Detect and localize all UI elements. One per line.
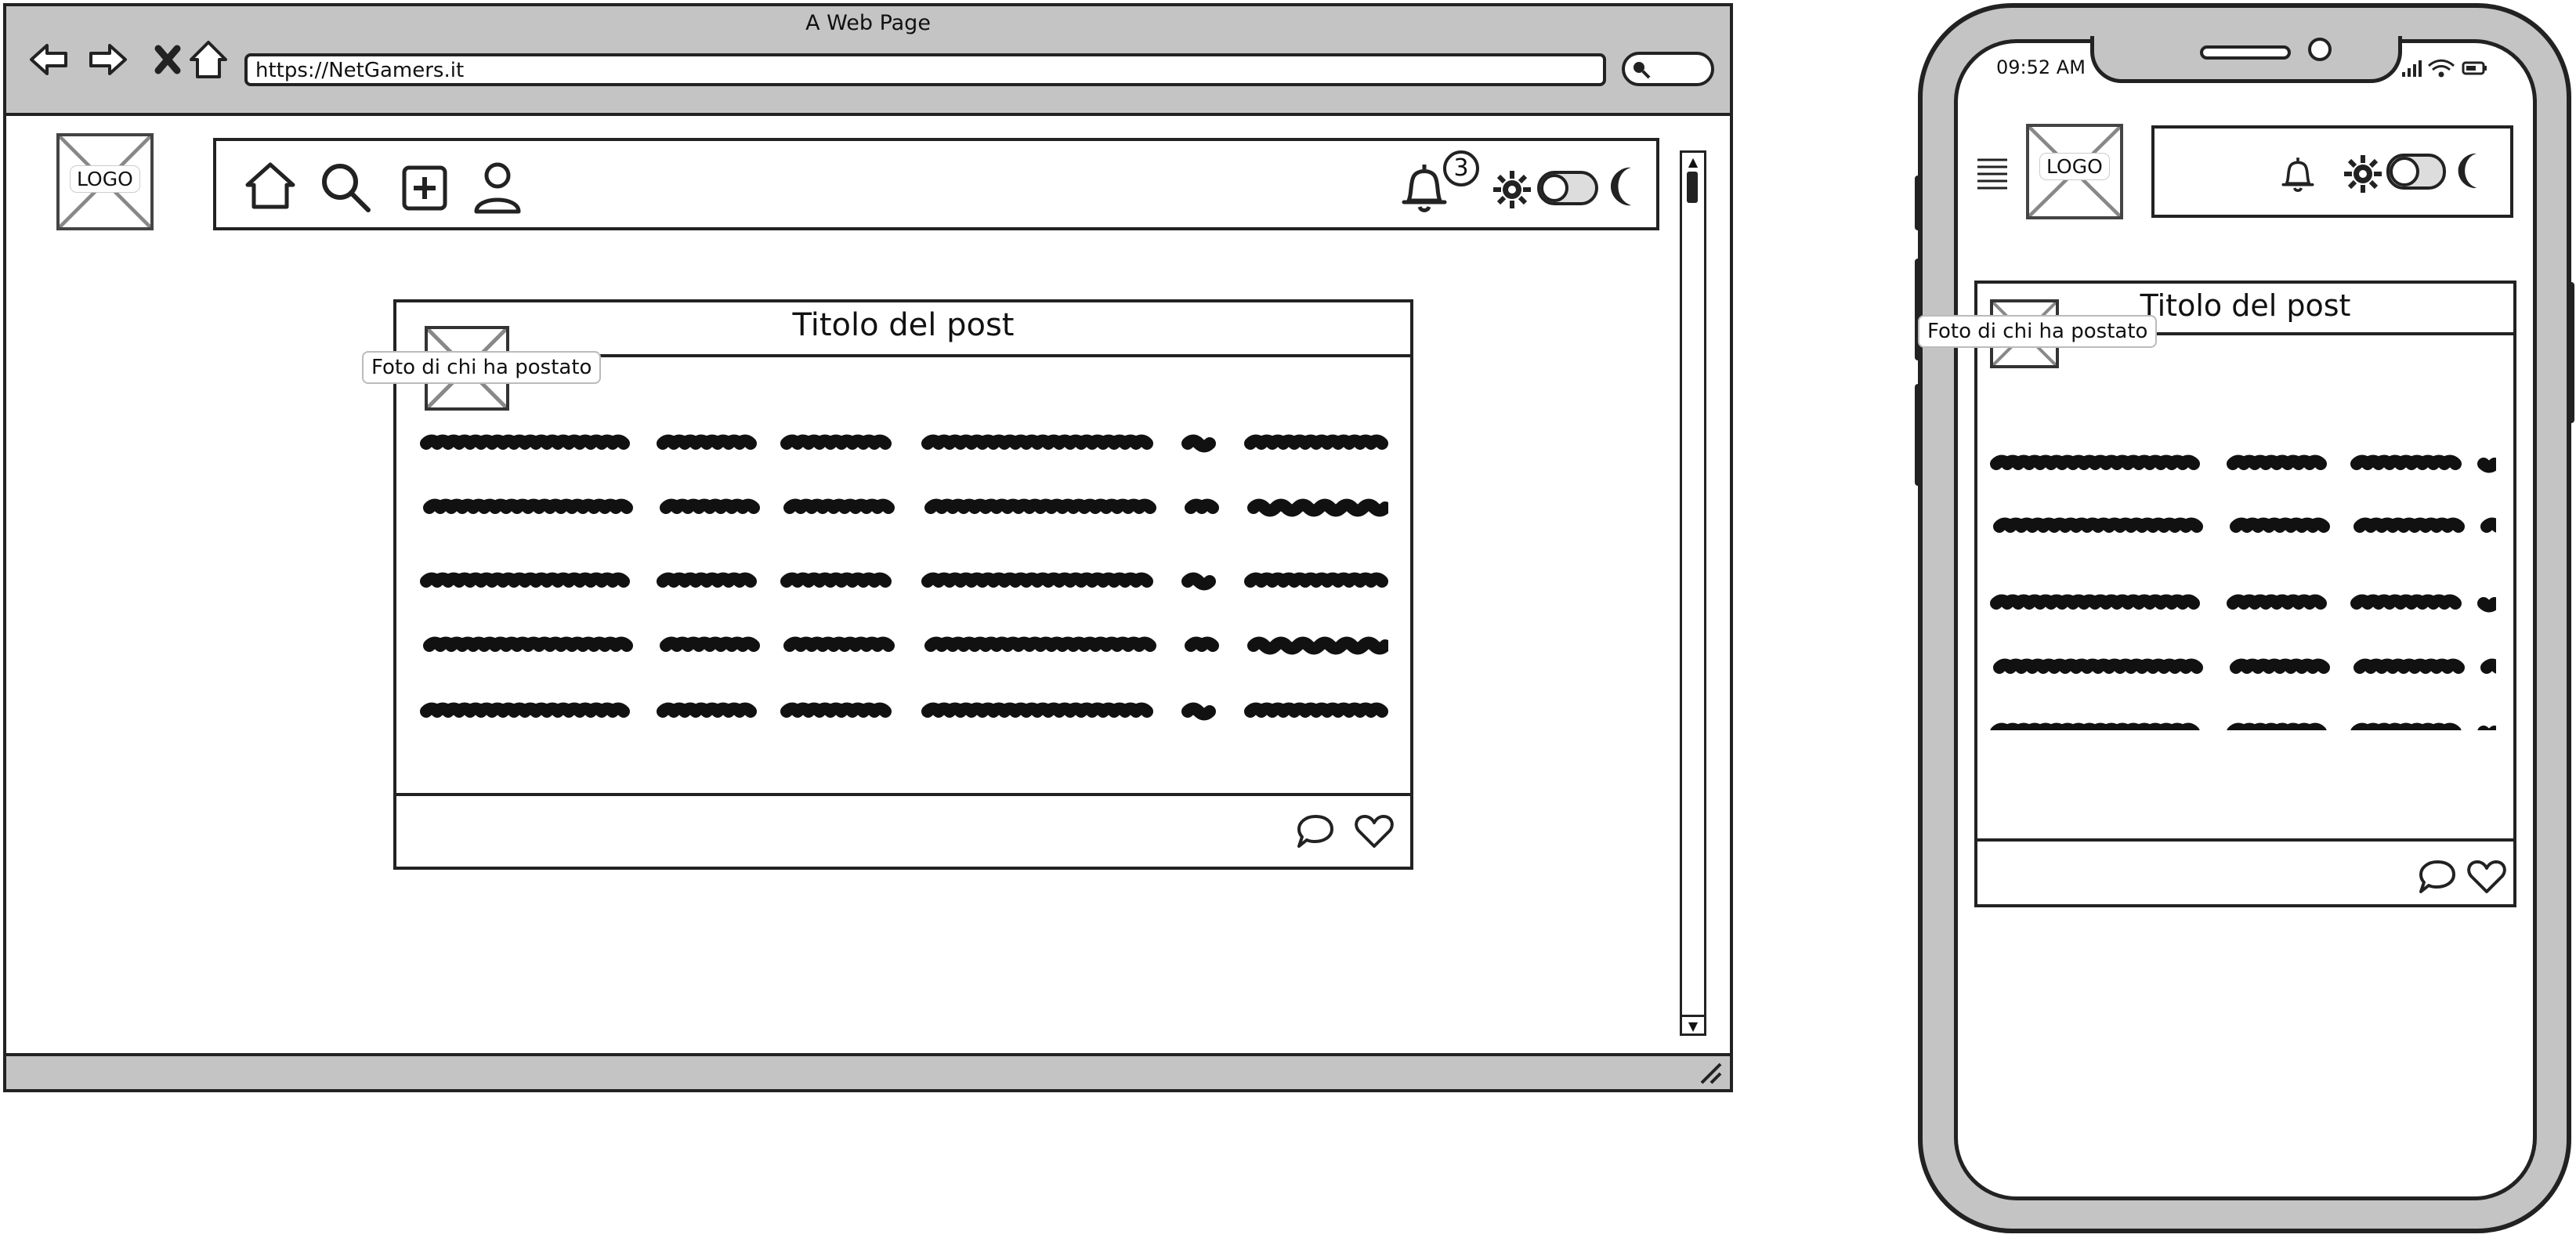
search-icon[interactable] xyxy=(318,160,373,215)
status-time: 09:52 AM xyxy=(1996,56,2086,78)
search-icon xyxy=(1634,62,1651,79)
post-body-text xyxy=(420,420,1388,733)
bell-icon[interactable] xyxy=(1399,160,1449,215)
scribble-text-line xyxy=(1993,517,2496,533)
mobile-header-bar xyxy=(2151,125,2513,218)
status-icons xyxy=(2402,59,2487,78)
browser-window: A Web Page https://NetGamers.it LOGO 3 T… xyxy=(3,3,1733,1092)
heart-icon[interactable] xyxy=(2466,857,2507,895)
author-photo-tooltip: Foto di chi ha postato xyxy=(362,351,602,384)
home-icon[interactable] xyxy=(244,160,296,212)
scribble-text-line xyxy=(420,702,1388,721)
moon-icon[interactable] xyxy=(2455,150,2487,191)
scribble-text-line xyxy=(420,572,1388,591)
phone-side-button xyxy=(1915,176,1923,230)
phone-side-button xyxy=(1915,384,1923,486)
phone-side-button xyxy=(2567,282,2574,423)
vertical-scrollbar[interactable]: ▲ ▼ xyxy=(1680,150,1706,1036)
plus-square-icon[interactable] xyxy=(401,165,448,212)
phone-notch xyxy=(2090,36,2402,83)
scroll-up-arrow-icon[interactable]: ▲ xyxy=(1682,153,1704,172)
logo-text: LOGO xyxy=(2040,154,2109,179)
signal-icon xyxy=(2402,60,2422,77)
scribble-text-line xyxy=(420,434,1388,453)
theme-toggle-switch[interactable] xyxy=(2386,154,2446,190)
post-body-text xyxy=(1990,425,2496,730)
author-photo-tooltip: Foto di chi ha postato xyxy=(1918,315,2158,348)
sun-icon[interactable] xyxy=(1492,169,1532,210)
divider xyxy=(1977,838,2513,842)
browser-search-field[interactable] xyxy=(1622,52,1714,86)
battery-icon xyxy=(2462,61,2487,75)
logo-text: LOGO xyxy=(71,166,139,192)
notification-badge: 3 xyxy=(1443,150,1479,186)
post-card: Titolo del post Foto di chi ha postato xyxy=(362,299,1413,870)
back-arrow-icon[interactable] xyxy=(25,36,72,83)
scribble-text-line xyxy=(1990,722,2496,730)
heart-icon[interactable] xyxy=(1354,812,1395,849)
comment-icon[interactable] xyxy=(2418,857,2457,895)
scribble-text-line xyxy=(1990,594,2496,613)
hamburger-menu-icon[interactable] xyxy=(1974,155,2010,191)
toggle-knob xyxy=(2390,157,2419,186)
wifi-icon xyxy=(2427,59,2455,78)
close-x-icon[interactable] xyxy=(144,36,191,83)
moon-icon[interactable] xyxy=(1608,165,1642,208)
divider xyxy=(396,793,1410,796)
phone-speaker xyxy=(2200,45,2291,60)
comment-icon[interactable] xyxy=(1296,812,1335,849)
bell-icon[interactable] xyxy=(2280,154,2316,194)
top-navbar: 3 xyxy=(213,138,1659,230)
forward-arrow-icon[interactable] xyxy=(85,36,132,83)
post-card: Titolo del post Foto di chi ha postato xyxy=(1918,281,2516,907)
scribble-text-line xyxy=(1990,454,2496,473)
url-bar[interactable]: https://NetGamers.it xyxy=(244,53,1606,86)
browser-titlebar: A Web Page https://NetGamers.it xyxy=(6,6,1730,116)
site-logo[interactable]: LOGO xyxy=(2026,124,2123,219)
sun-icon[interactable] xyxy=(2343,154,2383,194)
theme-toggle-switch[interactable] xyxy=(1537,171,1598,205)
scrollbar-thumb[interactable] xyxy=(1687,172,1698,203)
browser-statusbar xyxy=(6,1053,1730,1089)
home-icon[interactable] xyxy=(185,36,232,83)
scribble-text-line xyxy=(423,498,1388,517)
scribble-text-line xyxy=(423,636,1388,655)
user-icon[interactable] xyxy=(472,160,523,215)
window-title: A Web Page xyxy=(805,11,931,35)
site-logo[interactable]: LOGO xyxy=(56,133,154,230)
scribble-text-line xyxy=(1993,658,2496,674)
toggle-knob xyxy=(1540,174,1568,202)
resize-grip-icon[interactable] xyxy=(1695,1058,1724,1086)
phone-camera xyxy=(2308,38,2332,61)
post-title: Titolo del post xyxy=(792,307,1015,343)
scroll-down-arrow-icon[interactable]: ▼ xyxy=(1682,1015,1704,1033)
